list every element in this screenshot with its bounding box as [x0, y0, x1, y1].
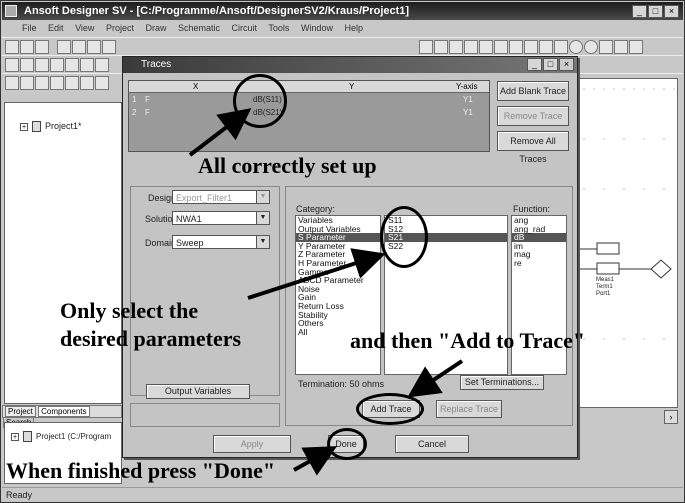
annotation-done: When finished press "Done": [6, 458, 276, 483]
annotation-arrows: [188, 108, 464, 476]
arrow-setup: [188, 108, 252, 157]
arrow-select: [247, 248, 386, 300]
arrow-add: [407, 359, 464, 398]
annotation-add: and then "Add to Trace": [350, 328, 586, 353]
annotation-select-line1: Only select the: [60, 298, 199, 323]
annotation-setup: All correctly set up: [198, 153, 377, 178]
annotation-select-line2: desired parameters: [60, 326, 242, 351]
arrow-done: [293, 446, 337, 476]
